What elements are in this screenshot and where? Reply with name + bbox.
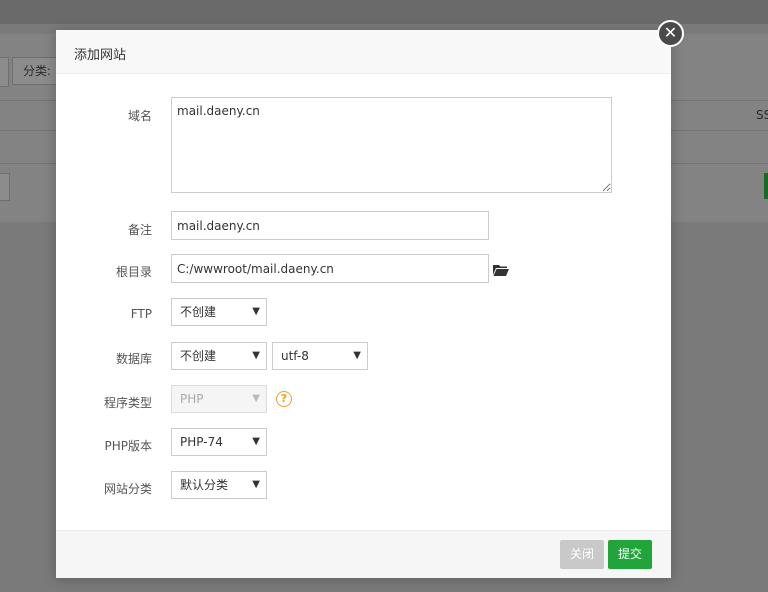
- folder-icon[interactable]: [492, 263, 510, 277]
- site-category-select-value: 默认分类: [180, 478, 229, 492]
- php-version-label: PHP版本: [104, 439, 153, 453]
- ftp-select-value: 不创建: [180, 305, 217, 319]
- root-dir-label: 根目录: [115, 265, 152, 279]
- close-icon[interactable]: ✕: [657, 20, 684, 47]
- close-button[interactable]: 关闭: [560, 540, 604, 569]
- site-category-select[interactable]: 默认分类 ▼: [171, 471, 267, 499]
- remark-label: 备注: [127, 223, 152, 237]
- help-icon[interactable]: ?: [276, 391, 292, 407]
- program-type-select-value: PHP: [180, 392, 204, 406]
- background-input: [0, 173, 10, 201]
- chevron-down-icon: ▼: [353, 350, 361, 361]
- program-type-select: PHP ▼: [171, 385, 267, 413]
- php-version-select[interactable]: PHP-74 ▼: [171, 428, 267, 456]
- ftp-select[interactable]: 不创建 ▼: [171, 298, 267, 326]
- domain-textarea[interactable]: mail.daeny.cn: [171, 97, 612, 193]
- database-select-value: 不创建: [180, 349, 217, 363]
- site-category-label: 网站分类: [103, 482, 152, 496]
- background-column-ss: SS: [756, 108, 768, 122]
- chevron-down-icon: ▼: [252, 436, 260, 447]
- ftp-label: FTP: [130, 307, 152, 321]
- chevron-down-icon: ▼: [252, 393, 260, 404]
- database-label: 数据库: [115, 352, 152, 366]
- chevron-down-icon: ▼: [252, 479, 260, 490]
- php-version-select-value: PHP-74: [180, 435, 223, 449]
- dialog-header: 添加网站: [56, 30, 671, 74]
- background-button: [0, 57, 9, 87]
- domain-label: 域名: [127, 109, 152, 123]
- root-dir-input[interactable]: [171, 254, 489, 283]
- dialog-title: 添加网站: [74, 48, 127, 63]
- remark-input[interactable]: [171, 211, 489, 240]
- charset-select[interactable]: utf-8 ▼: [272, 342, 368, 370]
- dialog-footer: 关闭 提交: [56, 530, 671, 578]
- charset-select-value: utf-8: [281, 349, 309, 363]
- add-site-dialog: 添加网站 域名 mail.daeny.cn 备注 根目录 FTP 不创建 ▼ 数…: [56, 30, 671, 578]
- database-select[interactable]: 不创建 ▼: [171, 342, 267, 370]
- submit-button[interactable]: 提交: [608, 540, 652, 569]
- program-type-label: 程序类型: [103, 396, 152, 410]
- background-topbar: [0, 0, 768, 24]
- chevron-down-icon: ▼: [252, 350, 260, 361]
- chevron-down-icon: ▼: [252, 306, 260, 317]
- background-green-button: [764, 173, 768, 199]
